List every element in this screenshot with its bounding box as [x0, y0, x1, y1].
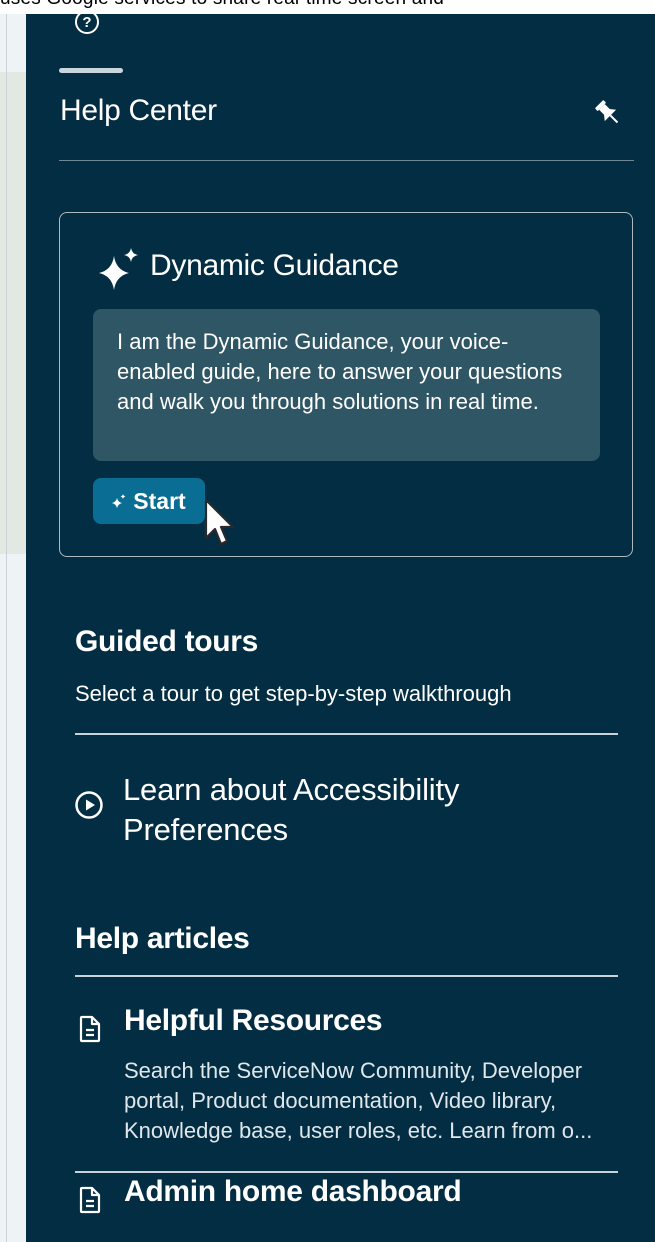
sparkle-icon: [99, 248, 138, 290]
sparkle-small-icon: [112, 494, 126, 508]
article-item-helpful-resources[interactable]: Helpful Resources Search the ServiceNow …: [72, 1004, 632, 1143]
article-title: Helpful Resources: [124, 1004, 383, 1037]
dynamic-guidance-title: Dynamic Guidance: [150, 249, 399, 282]
guided-tours-divider: [75, 733, 618, 735]
dynamic-guidance-message: I am the Dynamic Guidance, your voice-en…: [93, 309, 600, 461]
help-articles-heading: Help articles: [75, 922, 250, 955]
article-description: Search the ServiceNow Community, Develop…: [124, 1058, 593, 1143]
document-icon: [79, 1015, 101, 1043]
play-circle-icon: [75, 791, 103, 819]
background-page-highlight: [0, 72, 26, 554]
article-item-admin-home-dashboard[interactable]: Admin home dashboard: [72, 1175, 632, 1225]
help-center-panel: ? Help Center Dynamic Guidance I am the …: [26, 10, 655, 1242]
panel-title: Help Center: [60, 94, 217, 127]
panel-drag-handle[interactable]: [59, 68, 123, 73]
tour-item-accessibility[interactable]: Learn about Accessibility Preferences: [72, 770, 612, 854]
background-page-divider: [6, 14, 7, 1242]
guided-tours-heading: Guided tours: [75, 625, 259, 658]
pin-icon[interactable]: [594, 98, 624, 130]
header-divider: [59, 160, 634, 161]
background-page-text: uses Google services to share real-time …: [0, 0, 444, 10]
mouse-cursor-icon: [204, 498, 235, 546]
start-button[interactable]: Start: [93, 478, 205, 524]
dynamic-guidance-card: Dynamic Guidance I am the Dynamic Guidan…: [59, 212, 633, 557]
article-title: Admin home dashboard: [124, 1175, 462, 1208]
article-divider: [75, 1171, 618, 1173]
help-articles-divider: [75, 975, 618, 977]
document-icon: [79, 1186, 101, 1214]
guided-tours-subtitle: Select a tour to get step-by-step walkth…: [75, 681, 512, 706]
start-button-label: Start: [133, 487, 186, 514]
background-page-strip: uses Google services to share real-time …: [0, 0, 655, 14]
question-circle-icon[interactable]: ?: [75, 10, 99, 34]
tour-item-label: Learn about Accessibility Preferences: [123, 772, 460, 847]
